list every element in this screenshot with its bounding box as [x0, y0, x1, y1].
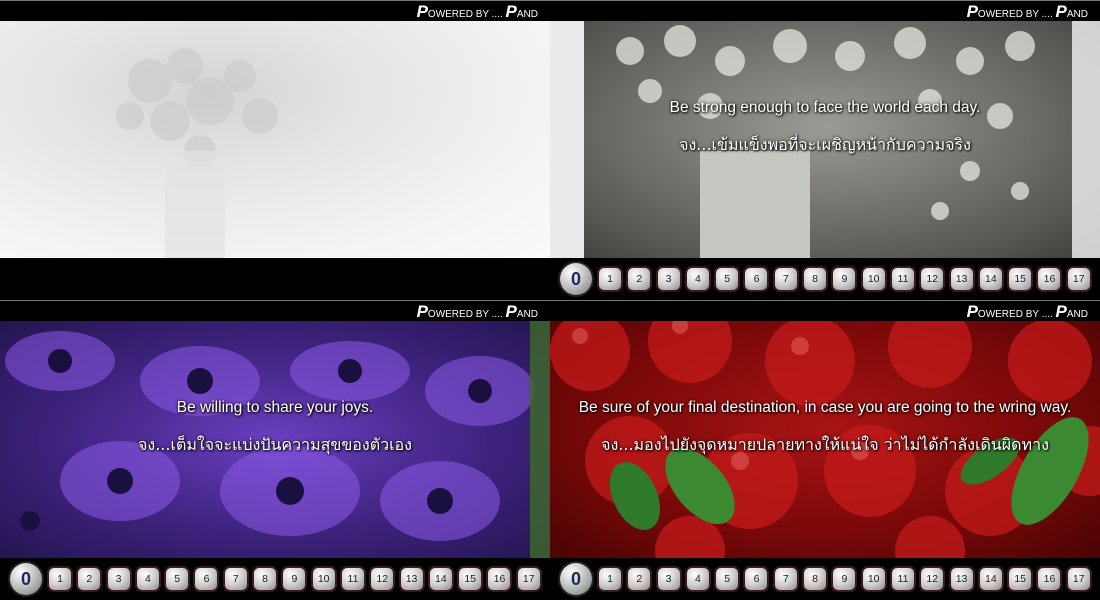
- slideshow-panel: POWERED BY .... PAND Be strong enough to…: [550, 0, 1100, 300]
- slide-image-purple-flowers: Be willing to share your joys. จง...เต็ม…: [0, 321, 550, 558]
- navigation-bar: 0 1 2 3 4 5 6 7 8 9 10 11 12 13 14 15 16…: [550, 558, 1100, 600]
- nav-button-13[interactable]: 13: [400, 568, 423, 590]
- nav-button-16[interactable]: 16: [1038, 568, 1061, 590]
- nav-button-14[interactable]: 14: [429, 568, 452, 590]
- nav-button-9[interactable]: 9: [833, 568, 856, 590]
- caption-thai: จง...เข้มแข็งพอที่จะเผชิญหน้ากับความจริง: [679, 135, 971, 154]
- slide-number-buttons: 0 1 2 3 4 5 6 7 8 9 10 11 12 13 14 15 16…: [10, 563, 547, 595]
- nav-button-10[interactable]: 10: [862, 568, 885, 590]
- nav-button-2[interactable]: 2: [628, 568, 651, 590]
- nav-button-17[interactable]: 17: [1067, 268, 1090, 290]
- slideshow-panel: POWERED BY .... PAND: [0, 0, 550, 300]
- top-bar: POWERED BY .... PAND: [550, 0, 1100, 21]
- nav-button-7[interactable]: 7: [774, 268, 797, 290]
- nav-button-17[interactable]: 17: [1067, 568, 1090, 590]
- nav-button-2[interactable]: 2: [628, 268, 651, 290]
- nav-button-5[interactable]: 5: [716, 568, 739, 590]
- top-bar: POWERED BY .... PAND: [550, 300, 1100, 321]
- nav-button-6[interactable]: 6: [745, 568, 768, 590]
- caption-thai: จง...มองไปยังจุดหมายปลายทางให้แน่ใจ ว่าไ…: [601, 435, 1049, 454]
- nav-button-8[interactable]: 8: [804, 268, 827, 290]
- nav-button-3[interactable]: 3: [657, 268, 680, 290]
- slide-image-white-flowers: Be strong enough to face the world each …: [550, 21, 1100, 258]
- nav-button-4[interactable]: 4: [136, 568, 159, 590]
- nav-button-16[interactable]: 16: [488, 568, 511, 590]
- nav-button-15[interactable]: 15: [459, 568, 482, 590]
- nav-button-0[interactable]: 0: [560, 563, 592, 595]
- nav-button-14[interactable]: 14: [979, 268, 1002, 290]
- nav-button-12[interactable]: 12: [921, 268, 944, 290]
- nav-button-17[interactable]: 17: [517, 568, 540, 590]
- caption-english: Be strong enough to face the world each …: [669, 99, 981, 116]
- slideshow-panel: POWERED BY .... PAND Be sure of your fin…: [550, 300, 1100, 600]
- nav-button-10[interactable]: 10: [312, 568, 335, 590]
- nav-button-13[interactable]: 13: [950, 268, 973, 290]
- caption-thai: จง...เต็มใจจะแบ่งปันความสุขของตัวเอง: [138, 435, 412, 454]
- slide-number-buttons: 0 1 2 3 4 5 6 7 8 9 10 11 12 13 14 15 16…: [560, 263, 1097, 295]
- nav-button-7[interactable]: 7: [774, 568, 797, 590]
- navigation-bar: 0 1 2 3 4 5 6 7 8 9 10 11 12 13 14 15 16…: [0, 558, 550, 600]
- nav-button-4[interactable]: 4: [686, 568, 709, 590]
- nav-button-9[interactable]: 9: [283, 568, 306, 590]
- nav-button-1[interactable]: 1: [599, 268, 621, 290]
- nav-button-12[interactable]: 12: [921, 568, 944, 590]
- top-bar: POWERED BY .... PAND: [0, 300, 550, 321]
- slide-image-red-fruits: Be sure of your final destination, in ca…: [550, 321, 1100, 558]
- nav-button-6[interactable]: 6: [195, 568, 218, 590]
- caption-english: Be willing to share your joys.: [176, 399, 374, 416]
- nav-button-0[interactable]: 0: [10, 563, 42, 595]
- nav-button-5[interactable]: 5: [166, 568, 189, 590]
- nav-button-1[interactable]: 1: [49, 568, 71, 590]
- navigation-bar: [0, 258, 550, 300]
- slide-image-misty-flowers: [0, 21, 550, 258]
- nav-button-12[interactable]: 12: [371, 568, 394, 590]
- nav-button-16[interactable]: 16: [1038, 268, 1061, 290]
- nav-button-4[interactable]: 4: [686, 268, 709, 290]
- nav-button-5[interactable]: 5: [716, 268, 739, 290]
- nav-button-0[interactable]: 0: [560, 263, 592, 295]
- nav-button-3[interactable]: 3: [107, 568, 130, 590]
- nav-button-6[interactable]: 6: [745, 268, 768, 290]
- nav-button-10[interactable]: 10: [862, 268, 885, 290]
- caption-english: Be sure of your final destination, in ca…: [578, 399, 1072, 416]
- nav-button-15[interactable]: 15: [1009, 268, 1032, 290]
- slideshow-panel: POWERED BY .... PAND Be willing to share…: [0, 300, 550, 600]
- nav-button-8[interactable]: 8: [254, 568, 277, 590]
- nav-button-15[interactable]: 15: [1009, 568, 1032, 590]
- nav-button-2[interactable]: 2: [78, 568, 101, 590]
- nav-button-1[interactable]: 1: [599, 568, 621, 590]
- nav-button-9[interactable]: 9: [833, 268, 856, 290]
- nav-button-14[interactable]: 14: [979, 568, 1002, 590]
- nav-button-13[interactable]: 13: [950, 568, 973, 590]
- nav-button-3[interactable]: 3: [657, 568, 680, 590]
- nav-button-11[interactable]: 11: [341, 568, 364, 590]
- nav-button-11[interactable]: 11: [891, 568, 914, 590]
- nav-button-7[interactable]: 7: [224, 568, 247, 590]
- navigation-bar: 0 1 2 3 4 5 6 7 8 9 10 11 12 13 14 15 16…: [550, 258, 1100, 300]
- nav-button-8[interactable]: 8: [804, 568, 827, 590]
- nav-button-11[interactable]: 11: [891, 268, 914, 290]
- slide-number-buttons: 0 1 2 3 4 5 6 7 8 9 10 11 12 13 14 15 16…: [560, 563, 1097, 595]
- top-bar: POWERED BY .... PAND: [0, 0, 550, 21]
